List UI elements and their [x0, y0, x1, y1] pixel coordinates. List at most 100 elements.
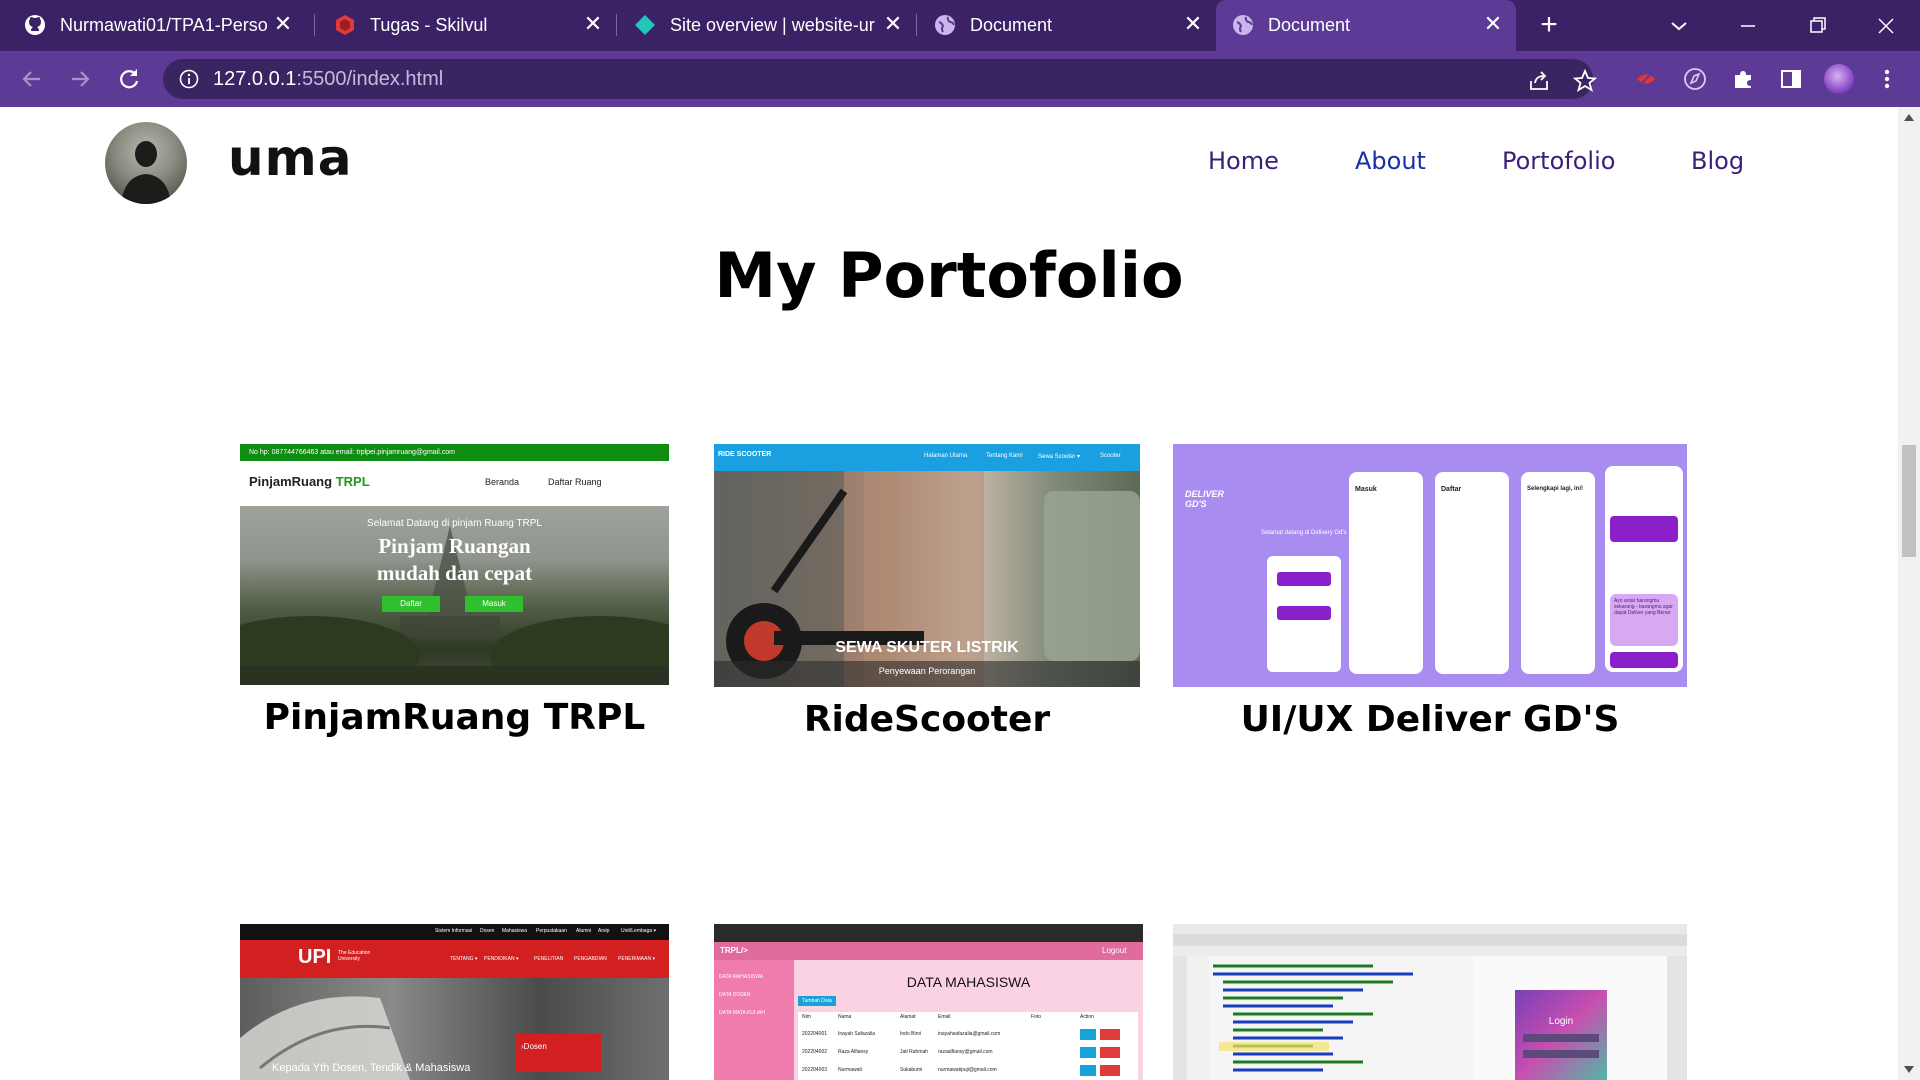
profile-avatar[interactable] [1824, 64, 1854, 94]
preview-screen-title: Masuk [1355, 486, 1377, 493]
table-row: 202204002 Raza Alfiansy Jati Rahmah raza… [798, 1046, 1138, 1060]
preview-logout: Logout [1102, 946, 1127, 955]
preview-screen-title: Selengkapi lagi, ini! [1527, 486, 1584, 492]
delete-button [1100, 1065, 1120, 1076]
preview-logo-a: PinjamRuang [249, 474, 333, 489]
project-image-ridescooter[interactable]: RIDE SCOOTER Halaman Utama Tentang Kami … [714, 444, 1140, 687]
edit-button [1080, 1047, 1096, 1058]
back-arrow-icon[interactable] [16, 63, 48, 95]
tab-document[interactable]: Document ✕ [918, 0, 1216, 51]
edit-button [1080, 1029, 1096, 1040]
project-title: UI/UX Deliver GD'S [1240, 699, 1620, 740]
tab-skilvul[interactable]: Tugas - Skilvul ✕ [318, 0, 616, 51]
project-image-deliver-gds[interactable]: DELIVER GD'S Selamat datang di Delivery … [1173, 444, 1687, 687]
scroll-down-arrow-icon[interactable] [1904, 1066, 1914, 1073]
share-icon[interactable] [1527, 69, 1551, 93]
compass-icon[interactable] [1682, 66, 1708, 92]
preview-sub: Penyewaan Perorangan [878, 666, 976, 676]
preview-hero-photo: Selamat Datang di pinjam Ruang TRPL Pinj… [240, 506, 669, 685]
project-title: PinjamRuang TRPL [263, 697, 646, 738]
tab-title: Tugas - Skilvul [370, 15, 488, 35]
page-viewport: uma Home About Portofolio Blog My Portof… [0, 107, 1898, 1080]
browser-tab-strip: Nurmawati01/TPA1-Perso ✕ Tugas - Skilvul… [0, 0, 1920, 51]
close-tab-icon[interactable]: ✕ [1180, 11, 1206, 37]
minimize-button[interactable] [1728, 8, 1768, 44]
project-image-pinjamruang[interactable]: No hp: 087744766463 atau email: trplpei.… [240, 444, 669, 685]
table-cell: 202204001 [802, 1031, 828, 1037]
new-tab-button[interactable]: + [1531, 8, 1567, 44]
address-bar[interactable]: 127.0.0.1:5500/index.html [163, 59, 1597, 99]
project-image-upi[interactable]: Sistem Informasi Dosen Mahasiswa Perpust… [240, 924, 669, 1080]
close-tab-icon[interactable]: ✕ [880, 11, 906, 37]
close-tab-icon[interactable]: ✕ [270, 11, 296, 37]
preview-menu-item: Mahasiswa [502, 928, 528, 934]
tab-github[interactable]: Nurmawati01/TPA1-Perso ✕ [8, 0, 306, 51]
project-image-data-mahasiswa[interactable]: TRPL/> Logout DATA MAHASISWA DATA DOSEN … [714, 924, 1143, 1080]
tab-title: Site overview | website-ur [670, 15, 875, 35]
preview-logo-b: TRPL [335, 474, 370, 489]
table-cell: Jati Rahmah [900, 1049, 929, 1055]
preview-input [1523, 1034, 1599, 1042]
preview-masuk-button: Masuk [465, 596, 523, 612]
extension-red-icon[interactable] [1633, 66, 1659, 92]
scroll-up-arrow-icon[interactable] [1904, 114, 1914, 121]
nav-about[interactable]: About [1355, 147, 1426, 175]
table-cell: Indo Biroi [900, 1031, 922, 1037]
preview-menu-grid [1610, 516, 1678, 542]
preview-submenu: PENGABDIAN [574, 956, 607, 962]
tab-separator [314, 14, 315, 36]
nav-home[interactable]: Home [1208, 147, 1279, 175]
preview-menu-item: Tentang Kami [986, 453, 1023, 459]
more-menu-icon[interactable] [1874, 66, 1900, 92]
info-icon[interactable] [179, 69, 199, 89]
browser-toolbar: 127.0.0.1:5500/index.html [0, 51, 1920, 107]
site-brand[interactable]: uma [228, 129, 352, 187]
edit-button [1080, 1065, 1096, 1076]
preview-headline: SEWA SKUTER LISTRIK [835, 639, 1019, 656]
side-panel-icon[interactable] [1778, 66, 1804, 92]
person-silhouette [121, 141, 171, 204]
preview-heading: DATA MAHASISWA [906, 974, 1031, 990]
tab-search-button[interactable] [1659, 8, 1699, 44]
restore-button[interactable] [1797, 8, 1837, 44]
forward-arrow-icon[interactable] [64, 63, 96, 95]
close-window-button[interactable] [1866, 8, 1906, 44]
table-cell: 202204002 [802, 1049, 828, 1055]
url-host: 127.0.0.1 [213, 68, 297, 90]
minimize-icon [1741, 25, 1755, 27]
delete-button [1100, 1029, 1120, 1040]
column-header: Nama [838, 1014, 852, 1020]
tab-document-active[interactable]: Document ✕ [1216, 0, 1516, 51]
preview-menu-item: Perpustakaan [536, 928, 567, 934]
close-tab-icon[interactable]: ✕ [580, 11, 606, 37]
tab-netlify[interactable]: Site overview | website-ur ✕ [618, 0, 916, 51]
globe-icon [935, 15, 955, 35]
github-icon [25, 15, 45, 35]
close-tab-icon[interactable]: ✕ [1480, 11, 1506, 37]
scrollbar-thumb[interactable] [1902, 445, 1916, 557]
tab-separator [916, 14, 917, 36]
netlify-icon [635, 15, 655, 35]
nav-portofolio[interactable]: Portofolio [1502, 147, 1615, 175]
puzzle-icon[interactable] [1730, 66, 1756, 92]
preview-badge-text: Dosen [523, 1042, 547, 1051]
bookmark-star-icon[interactable] [1573, 69, 1597, 93]
preview-headline-1: Pinjam Ruangan [378, 534, 531, 558]
preview-input [1523, 1050, 1599, 1058]
preview-badge: ›Dosen [515, 1034, 601, 1072]
preview-caption: Kepada Yth Dosen, Tendik & Mahasiswa [272, 1062, 471, 1074]
preview-menu-item: Halaman Utama [924, 453, 968, 459]
preview-menu-item: Scooter [1100, 453, 1121, 459]
preview-logo: PinjamRuang TRPL [249, 474, 370, 489]
preview-main: DATA MAHASISWA Tambah Data Nim Nama Alam… [794, 960, 1143, 1080]
table-cell: inayahsafazalia@gmail.com [938, 1031, 1001, 1037]
page-scrollbar[interactable] [1898, 107, 1920, 1080]
preview-topbar: No hp: 087744766463 atau email: trplpei.… [240, 444, 669, 461]
project-image-android-studio[interactable]: Login [1173, 924, 1687, 1080]
reload-icon[interactable] [113, 63, 145, 95]
preview-menu-item: Sistem Informasi [435, 928, 473, 934]
table-cell: nurmawatipuji@gmail.com [938, 1067, 997, 1073]
skilvul-icon [336, 15, 354, 35]
nav-blog[interactable]: Blog [1691, 147, 1744, 175]
page-title: My Portofolio [714, 239, 1184, 312]
